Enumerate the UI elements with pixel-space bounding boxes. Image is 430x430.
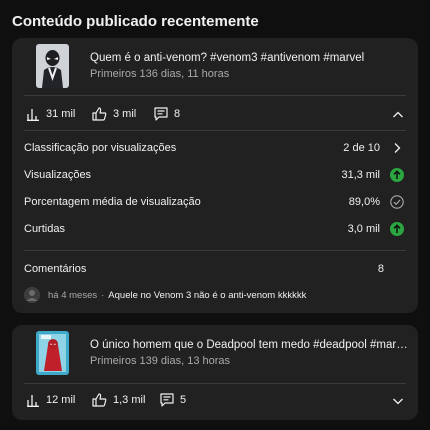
comment-icon	[160, 393, 174, 407]
stats-row: 31 mil 3 mil 8	[12, 102, 418, 126]
chevron-right-icon[interactable]	[390, 141, 404, 155]
comments-label: Comentários	[24, 263, 87, 275]
comments-count: 8	[174, 108, 181, 120]
divider	[24, 383, 406, 384]
metric-label: Curtidas	[24, 223, 65, 235]
metric-label: Porcentagem média de visualização	[24, 196, 201, 208]
comment-separator: ·	[101, 289, 105, 301]
views-stat: 12 mil	[26, 393, 75, 407]
video-card: O único homem que o Deadpool tem medo #d…	[12, 325, 418, 420]
check-circle-icon	[390, 195, 404, 209]
section-title: Conteúdo publicado recentemente	[12, 13, 259, 30]
metric-row-ranking[interactable]: Classificação por visualizações 2 de 10	[24, 140, 404, 158]
arrow-up-circle-icon	[390, 222, 404, 236]
video-row[interactable]: Quem é o anti-venom? #venom3 #antivenom …	[12, 38, 418, 94]
metric-row-likes: Curtidas 3,0 mil	[24, 221, 404, 239]
stats-row: 12 mil 1,3 mil 5	[12, 388, 418, 412]
divider	[24, 130, 406, 131]
likes-count: 1,3 mil	[113, 394, 146, 406]
video-title[interactable]: Quem é o anti-venom? #venom3 #antivenom …	[90, 52, 410, 64]
views-count: 12 mil	[46, 394, 76, 406]
page: Conteúdo publicado recentemente Quem é o…	[0, 0, 430, 430]
thumbs-up-icon	[92, 393, 107, 407]
arrow-up-circle-icon	[390, 168, 404, 182]
avatar	[24, 287, 40, 303]
bar-chart-icon	[27, 395, 39, 407]
comments-stat: 8	[154, 107, 180, 121]
bar-chart-icon	[27, 109, 39, 121]
divider	[24, 95, 406, 96]
video-subtitle: Primeiros 139 dias, 13 horas	[90, 355, 231, 367]
comment-time: há 4 meses	[48, 289, 98, 301]
metric-value: 2 de 10	[343, 142, 380, 154]
likes-stat: 3 mil	[92, 107, 136, 121]
video-title[interactable]: O único homem que o Deadpool tem medo #d…	[90, 339, 410, 351]
video-card: Quem é o anti-venom? #venom3 #antivenom …	[12, 38, 418, 313]
video-subtitle: Primeiros 136 dias, 11 horas	[90, 68, 230, 80]
metric-row-views: Visualizações 31,3 mil	[24, 167, 404, 185]
views-stat: 31 mil	[26, 107, 75, 121]
video-row[interactable]: O único homem que o Deadpool tem medo #d…	[12, 325, 418, 381]
metric-label: Classificação por visualizações	[24, 142, 177, 154]
views-count: 31 mil	[46, 108, 76, 120]
metric-value: 89,0%	[348, 196, 380, 208]
likes-count: 3 mil	[113, 108, 137, 120]
metric-value: 3,0 mil	[347, 223, 380, 235]
chevron-up-icon[interactable]	[392, 108, 404, 126]
comments-total: 8	[377, 263, 384, 275]
comment-icon	[154, 107, 168, 121]
comment-text: Aquele no Venom 3 não é o anti-venom kkk…	[108, 289, 307, 301]
metric-value: 31,3 mil	[341, 169, 380, 181]
chevron-down-icon[interactable]	[392, 394, 404, 412]
comments-stat: 5	[160, 393, 186, 407]
latest-comment[interactable]: há 4 meses · Aquele no Venom 3 não é o a…	[24, 286, 406, 304]
metric-row-avg-view: Porcentagem média de visualização 89,0%	[24, 194, 404, 212]
divider	[24, 250, 406, 251]
likes-stat: 1,3 mil	[92, 393, 145, 407]
metric-label: Visualizações	[24, 169, 92, 181]
comments-count: 5	[180, 394, 187, 406]
video-thumbnail[interactable]	[36, 331, 69, 375]
video-thumbnail[interactable]	[36, 44, 69, 88]
thumbs-up-icon	[92, 107, 107, 121]
